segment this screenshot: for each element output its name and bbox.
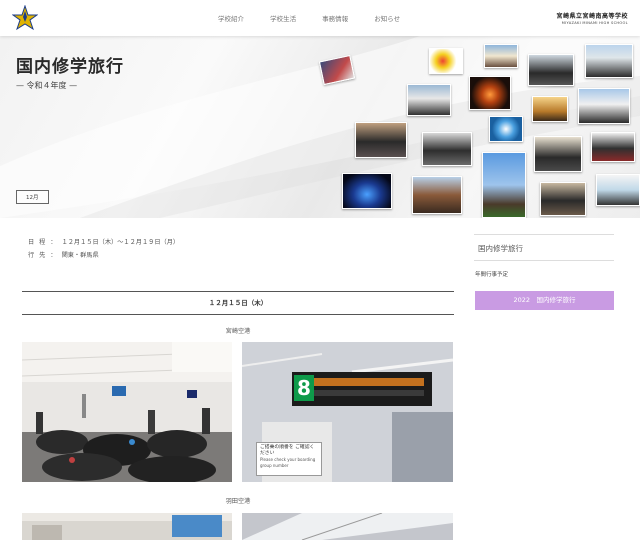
photo-miyazaki-airport-gate[interactable]: 8 ご搭乗の順番を ご確認ください Please check your boar…	[242, 342, 453, 482]
nav-school-intro[interactable]: 学校紹介	[218, 13, 244, 23]
collage-photo	[429, 48, 463, 74]
destination-label: 行先：	[28, 252, 62, 259]
date-heading: １２月１５日（木）	[208, 299, 268, 307]
divider-top	[22, 291, 454, 292]
boarding-sign-jp: ご搭乗の順番を ご確認ください	[260, 445, 315, 456]
site-header: 学校紹介 学校生活 事務情報 お知らせ 宮崎県立宮崎南高等学校 MIYAZAKI…	[0, 0, 640, 36]
school-name-jp: 宮崎県立宮崎南高等学校	[556, 13, 628, 20]
airport-lobby-image	[22, 342, 232, 482]
divider-bottom	[22, 314, 454, 315]
hero-banner: 国内修学旅行 — 令和４年度 — 12月	[0, 36, 640, 218]
month-tag[interactable]: 12月	[16, 190, 49, 204]
sidebar-link-annual-events[interactable]: 年間行事予定	[475, 270, 508, 278]
collage-photo	[534, 136, 582, 172]
nav-office-info[interactable]: 事務情報	[322, 13, 348, 23]
schedule-label: 日程：	[28, 239, 62, 246]
collage-photo	[578, 88, 630, 124]
collage-photo	[422, 132, 472, 166]
section-label-miyazaki-airport: 宮崎空港	[225, 328, 251, 335]
school-name[interactable]: 宮崎県立宮崎南高等学校 MIYAZAKI MINAMI HIGH SCHOOL	[556, 11, 628, 25]
sidebar-title-box: 国内修学旅行	[474, 234, 614, 261]
collage-photo	[596, 174, 640, 206]
nav-news[interactable]: お知らせ	[374, 13, 400, 23]
collage-photo	[412, 176, 462, 214]
school-emblem-icon[interactable]	[12, 5, 38, 31]
page-title: 国内修学旅行	[16, 57, 124, 77]
photo-haneda-airport-2[interactable]	[242, 513, 453, 540]
gate-number-sign: 8	[294, 375, 314, 401]
boarding-sign: ご搭乗の順番を ご確認ください Please check your boardi…	[256, 442, 322, 476]
trip-info: 日程：１２月１５日（木）～１２月１９日（月） 行先：関東・群馬県	[28, 236, 179, 262]
haneda-image-2	[242, 513, 453, 540]
haneda-image-1	[22, 513, 232, 540]
collage-photo	[482, 152, 526, 218]
collage-photo	[532, 96, 568, 122]
photo-miyazaki-airport-lobby[interactable]	[22, 342, 232, 482]
page-subtitle: — 令和４年度 —	[16, 81, 78, 90]
collage-photo	[469, 76, 511, 110]
main-nav: 学校紹介 学校生活 事務情報 お知らせ	[218, 13, 424, 23]
collage-photo	[342, 173, 392, 209]
collage-photo	[591, 132, 635, 162]
section-label-haneda-airport: 羽田空港	[225, 498, 251, 505]
boarding-sign-en: Please check your boarding group number	[260, 457, 316, 468]
collage-photo	[407, 84, 451, 116]
collage-photo	[528, 54, 574, 86]
nav-school-life[interactable]: 学校生活	[270, 13, 296, 23]
photo-haneda-airport-1[interactable]	[22, 513, 232, 540]
sidebar-title: 国内修学旅行	[478, 244, 523, 253]
schedule-value: １２月１５日（木）～１２月１９日（月）	[61, 239, 180, 246]
collage-photo	[489, 116, 523, 142]
collage-photo	[540, 182, 586, 216]
sidebar-button-2022-trip[interactable]: 2022 国内修学旅行	[475, 291, 614, 310]
school-name-en: MIYAZAKI MINAMI HIGH SCHOOL	[561, 21, 628, 25]
collage-photo	[355, 122, 407, 158]
destination-value: 関東・群馬県	[61, 252, 99, 259]
collage-photo	[484, 44, 518, 68]
collage-photo	[585, 44, 633, 78]
